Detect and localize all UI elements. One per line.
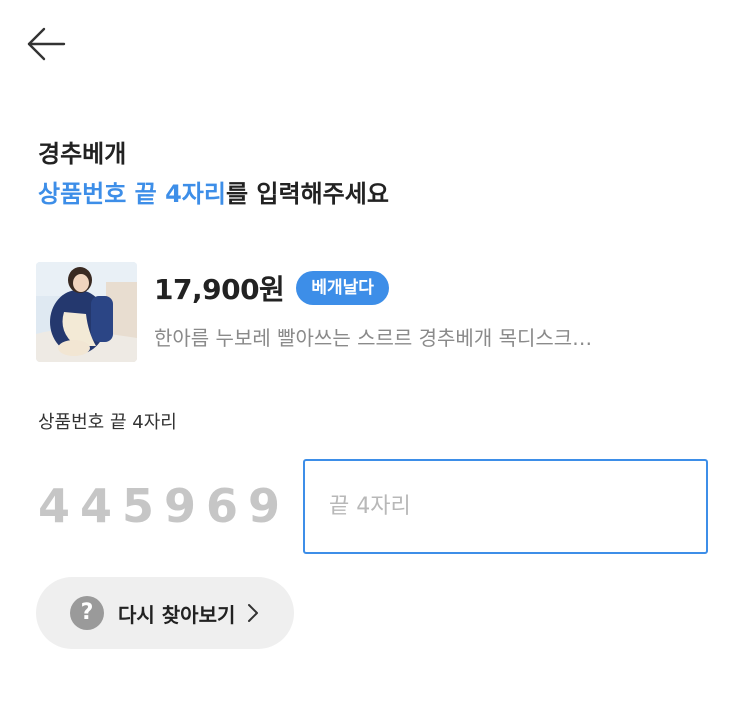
- brand-badge[interactable]: 베개날다: [296, 271, 389, 305]
- back-button[interactable]: [22, 22, 70, 66]
- instruction-highlight: 상품번호 끝 4자리: [38, 180, 226, 208]
- product-thumbnail: [36, 262, 137, 362]
- product-card: 17,900원 베개날다 한아름 누보레 빨아쓰는 스르르 경추베개 목디스크…: [36, 262, 726, 362]
- arrow-left-icon: [27, 27, 66, 61]
- category-title: 경추베개: [38, 140, 127, 168]
- product-price: 17,900원: [154, 273, 285, 306]
- question-circle-icon: ?: [70, 596, 104, 630]
- code-field-label: 상품번호 끝 4자리: [38, 412, 177, 433]
- last-four-digits-input[interactable]: [303, 459, 708, 554]
- price-row: 17,900원 베개날다: [154, 266, 389, 310]
- product-code-prefix: 445969: [38, 479, 291, 533]
- search-again-label: 다시 찾아보기: [118, 602, 236, 627]
- chevron-right-icon: [248, 604, 259, 622]
- page-heading: 경추베개 상품번호 끝 4자리를 입력해주세요: [38, 134, 389, 214]
- instruction-rest: 를 입력해주세요: [225, 180, 389, 208]
- search-again-button[interactable]: ? 다시 찾아보기: [36, 577, 294, 649]
- product-name: 한아름 누보레 빨아쓰는 스르르 경추베개 목디스크…: [154, 326, 593, 350]
- instruction-line: 상품번호 끝 4자리를 입력해주세요: [38, 174, 389, 214]
